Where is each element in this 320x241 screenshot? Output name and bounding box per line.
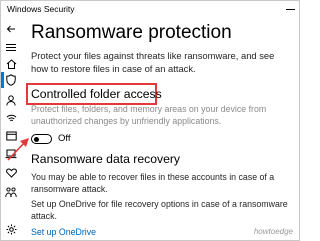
- active-item-indicator: [1, 72, 4, 88]
- home-icon[interactable]: [5, 58, 17, 70]
- shield-icon[interactable]: [5, 74, 17, 86]
- heart-icon[interactable]: [5, 167, 17, 179]
- family-icon[interactable]: [5, 186, 17, 198]
- gear-icon[interactable]: [5, 223, 17, 235]
- window-title: Windows Security: [7, 4, 75, 14]
- onedrive-setup-description: Set up OneDrive for file recovery option…: [31, 199, 288, 221]
- windows-security-window: Windows Security Ransomware protection P…: [0, 0, 300, 241]
- app-browser-icon[interactable]: [5, 130, 17, 142]
- main-content: Ransomware protection Protect your files…: [26, 19, 297, 240]
- setup-onedrive-link[interactable]: Set up OneDrive: [31, 227, 96, 237]
- page-title: Ransomware protection: [31, 22, 232, 43]
- ransomware-data-recovery-description: You may be able to recover files in thes…: [31, 172, 275, 194]
- minimize-button[interactable]: [286, 9, 295, 10]
- page-intro: Protect your files against threats like …: [31, 50, 275, 74]
- ransomware-data-recovery-title: Ransomware data recovery: [31, 152, 181, 166]
- person-icon[interactable]: [5, 94, 17, 106]
- watermark: howtoedge: [253, 227, 293, 236]
- title-bar: Windows Security: [1, 1, 299, 19]
- hamburger-menu-icon[interactable]: [5, 41, 17, 53]
- toggle-knob: [34, 136, 39, 142]
- sidebar: [1, 19, 21, 240]
- controlled-folder-access-description: Protect files, folders, and memory areas…: [31, 104, 267, 126]
- wifi-signal-icon[interactable]: [5, 112, 17, 124]
- toggle-state-label: Off: [58, 133, 71, 144]
- controlled-folder-access-toggle[interactable]: [31, 134, 52, 144]
- controlled-folder-access-title[interactable]: Controlled folder access: [31, 87, 162, 101]
- laptop-icon[interactable]: [5, 148, 17, 160]
- back-arrow-icon[interactable]: [5, 23, 17, 35]
